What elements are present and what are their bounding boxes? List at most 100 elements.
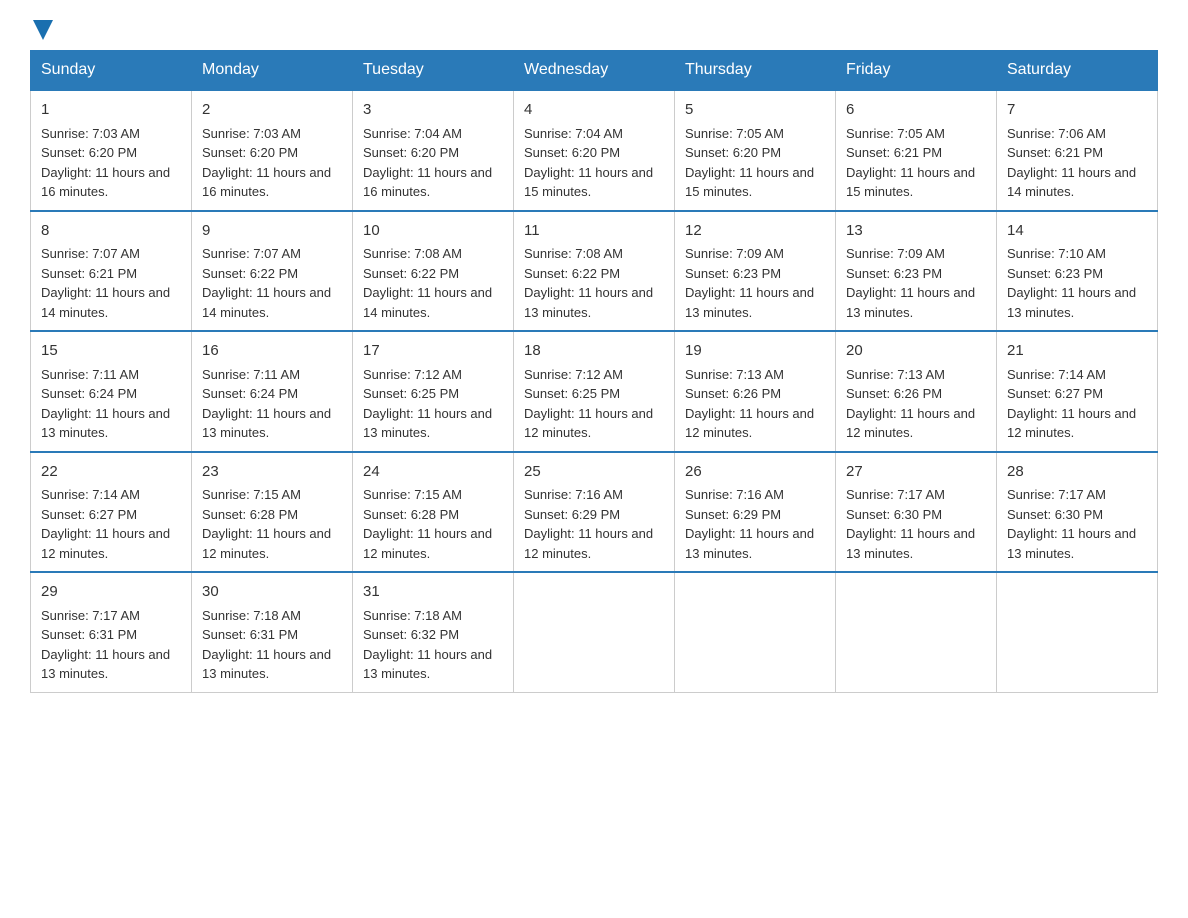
calendar-cell: 18Sunrise: 7:12 AMSunset: 6:25 PMDayligh… [514,331,675,452]
calendar-cell: 28 Sunrise: 7:17 AM Sunset: 6:30 PM Dayligh… [997,452,1158,573]
sunset-text: Sunset: 6:24 PM [41,386,137,401]
sunset-text: Sunset: 6:30 PM [1007,507,1103,522]
column-header-saturday: Saturday [997,51,1158,91]
sunset-text: Sunset: 6:31 PM [202,627,298,642]
sunrise-text: Sunrise: 7:17 AM [1007,487,1106,502]
sunset-text: Sunset: 6:30 PM [846,507,942,522]
calendar-cell: 26Sunrise: 7:16 AMSunset: 6:29 PMDayligh… [675,452,836,573]
sunrise-text: Sunrise: 7:09 AM [685,246,784,261]
sunrise-text: Sunrise: 7:05 AM [685,126,784,141]
sunset-text: Sunset: 6:20 PM [363,145,459,160]
sunrise-text: Sunrise: 7:07 AM [41,246,140,261]
daylight-text: Daylight: 11 hours and 13 minutes. [41,406,170,441]
sunrise-text: Sunrise: 7:15 AM [363,487,462,502]
calendar-cell: 21Sunrise: 7:14 AMSunset: 6:27 PMDayligh… [997,331,1158,452]
sunset-text: Sunset: 6:20 PM [202,145,298,160]
calendar-cell: 20Sunrise: 7:13 AMSunset: 6:26 PMDayligh… [836,331,997,452]
daylight-text: Daylight: 11 hours and 13 minutes. [363,647,492,682]
day-number: 17 [363,340,503,363]
calendar-cell: 24Sunrise: 7:15 AMSunset: 6:28 PMDayligh… [353,452,514,573]
logo-arrow-icon [33,20,53,40]
column-header-tuesday: Tuesday [353,51,514,91]
day-number: 26 [685,461,825,484]
calendar-cell: 6Sunrise: 7:05 AMSunset: 6:21 PMDaylight… [836,90,997,211]
calendar-cell: 30Sunrise: 7:18 AMSunset: 6:31 PMDayligh… [192,572,353,692]
day-number: 24 [363,461,503,484]
day-number: 23 [202,461,342,484]
sunset-text: Sunset: 6:26 PM [685,386,781,401]
logo [30,20,53,40]
sunrise-text: Sunrise: 7:17 AM [41,608,140,623]
sunset-text: Sunset: 6:28 PM [202,507,298,522]
daylight-text: Daylight: 11 hours and 12 minutes. [41,526,170,561]
sunrise-text: Sunrise: 7:08 AM [363,246,462,261]
day-number: 11 [524,220,664,243]
sunrise-text: Sunrise: 7:14 AM [1007,367,1106,382]
sunset-text: Sunset: 6:23 PM [685,266,781,281]
day-number: 8 [41,220,181,243]
sunset-text: Sunset: 6:29 PM [524,507,620,522]
calendar-week-row: 29 Sunrise: 7:17 AM Sunset: 6:31 PM Dayligh… [31,572,1158,692]
sunrise-text: Sunrise: 7:03 AM [41,126,140,141]
daylight-text: Daylight: 11 hours and 13 minutes. [1007,526,1136,561]
sunset-text: Sunset: 6:28 PM [363,507,459,522]
day-number: 25 [524,461,664,484]
column-header-sunday: Sunday [31,51,192,91]
daylight-text: Daylight: 11 hours and 13 minutes. [524,285,653,320]
sunrise-text: Sunrise: 7:13 AM [846,367,945,382]
calendar-cell [675,572,836,692]
sunrise-text: Sunrise: 7:11 AM [202,367,300,382]
column-header-wednesday: Wednesday [514,51,675,91]
calendar-cell: 9Sunrise: 7:07 AMSunset: 6:22 PMDaylight… [192,211,353,332]
sunrise-text: Sunrise: 7:14 AM [41,487,140,502]
calendar-cell: 17Sunrise: 7:12 AMSunset: 6:25 PMDayligh… [353,331,514,452]
daylight-text: Daylight: 11 hours and 14 minutes. [1007,165,1136,200]
calendar-cell: 23Sunrise: 7:15 AMSunset: 6:28 PMDayligh… [192,452,353,573]
sunset-text: Sunset: 6:32 PM [363,627,459,642]
calendar-cell: 2Sunrise: 7:03 AMSunset: 6:20 PMDaylight… [192,90,353,211]
calendar-week-row: 1Sunrise: 7:03 AMSunset: 6:20 PMDaylight… [31,90,1158,211]
daylight-text: Daylight: 11 hours and 16 minutes. [202,165,331,200]
daylight-text: Daylight: 11 hours and 12 minutes. [524,406,653,441]
day-number: 3 [363,99,503,122]
day-number: 28 [1007,461,1147,484]
calendar-cell: 5Sunrise: 7:05 AMSunset: 6:20 PMDaylight… [675,90,836,211]
sunset-text: Sunset: 6:21 PM [41,266,137,281]
daylight-text: Daylight: 11 hours and 14 minutes. [202,285,331,320]
day-number: 2 [202,99,342,122]
daylight-text: Daylight: 11 hours and 13 minutes. [202,406,331,441]
calendar-cell: 22Sunrise: 7:14 AMSunset: 6:27 PMDayligh… [31,452,192,573]
daylight-text: Daylight: 11 hours and 14 minutes. [41,285,170,320]
day-number: 20 [846,340,986,363]
daylight-text: Daylight: 11 hours and 12 minutes. [685,406,814,441]
calendar-cell [997,572,1158,692]
sunrise-text: Sunrise: 7:04 AM [363,126,462,141]
sunset-text: Sunset: 6:29 PM [685,507,781,522]
sunset-text: Sunset: 6:22 PM [363,266,459,281]
calendar-cell: 15Sunrise: 7:11 AMSunset: 6:24 PMDayligh… [31,331,192,452]
calendar-cell: 7Sunrise: 7:06 AMSunset: 6:21 PMDaylight… [997,90,1158,211]
daylight-text: Daylight: 11 hours and 13 minutes. [363,406,492,441]
sunrise-text: Sunrise: 7:10 AM [1007,246,1106,261]
day-number: 14 [1007,220,1147,243]
calendar-cell: 13Sunrise: 7:09 AMSunset: 6:23 PMDayligh… [836,211,997,332]
daylight-text: Daylight: 11 hours and 12 minutes. [1007,406,1136,441]
day-number: 12 [685,220,825,243]
page-header [30,20,1158,40]
column-header-thursday: Thursday [675,51,836,91]
calendar-cell: 3 Sunrise: 7:04 AM Sunset: 6:20 PM Daylight… [353,90,514,211]
sunrise-text: Sunrise: 7:16 AM [685,487,784,502]
sunset-text: Sunset: 6:25 PM [524,386,620,401]
day-number: 31 [363,581,503,604]
sunset-text: Sunset: 6:20 PM [524,145,620,160]
day-number: 29 [41,581,181,604]
calendar-cell: 29Sunrise: 7:17 AMSunset: 6:31 PMDayligh… [31,572,192,692]
sunset-text: Sunset: 6:27 PM [41,507,137,522]
day-number: 9 [202,220,342,243]
calendar-week-row: 15Sunrise: 7:11 AMSunset: 6:24 PMDayligh… [31,331,1158,452]
daylight-text: Daylight: 11 hours and 16 minutes. [363,165,492,200]
calendar-cell: 12Sunrise: 7:09 AMSunset: 6:23 PMDayligh… [675,211,836,332]
sunset-text: Sunset: 6:22 PM [202,266,298,281]
day-number: 30 [202,581,342,604]
calendar-table: SundayMondayTuesdayWednesdayThursdayFrid… [30,50,1158,693]
